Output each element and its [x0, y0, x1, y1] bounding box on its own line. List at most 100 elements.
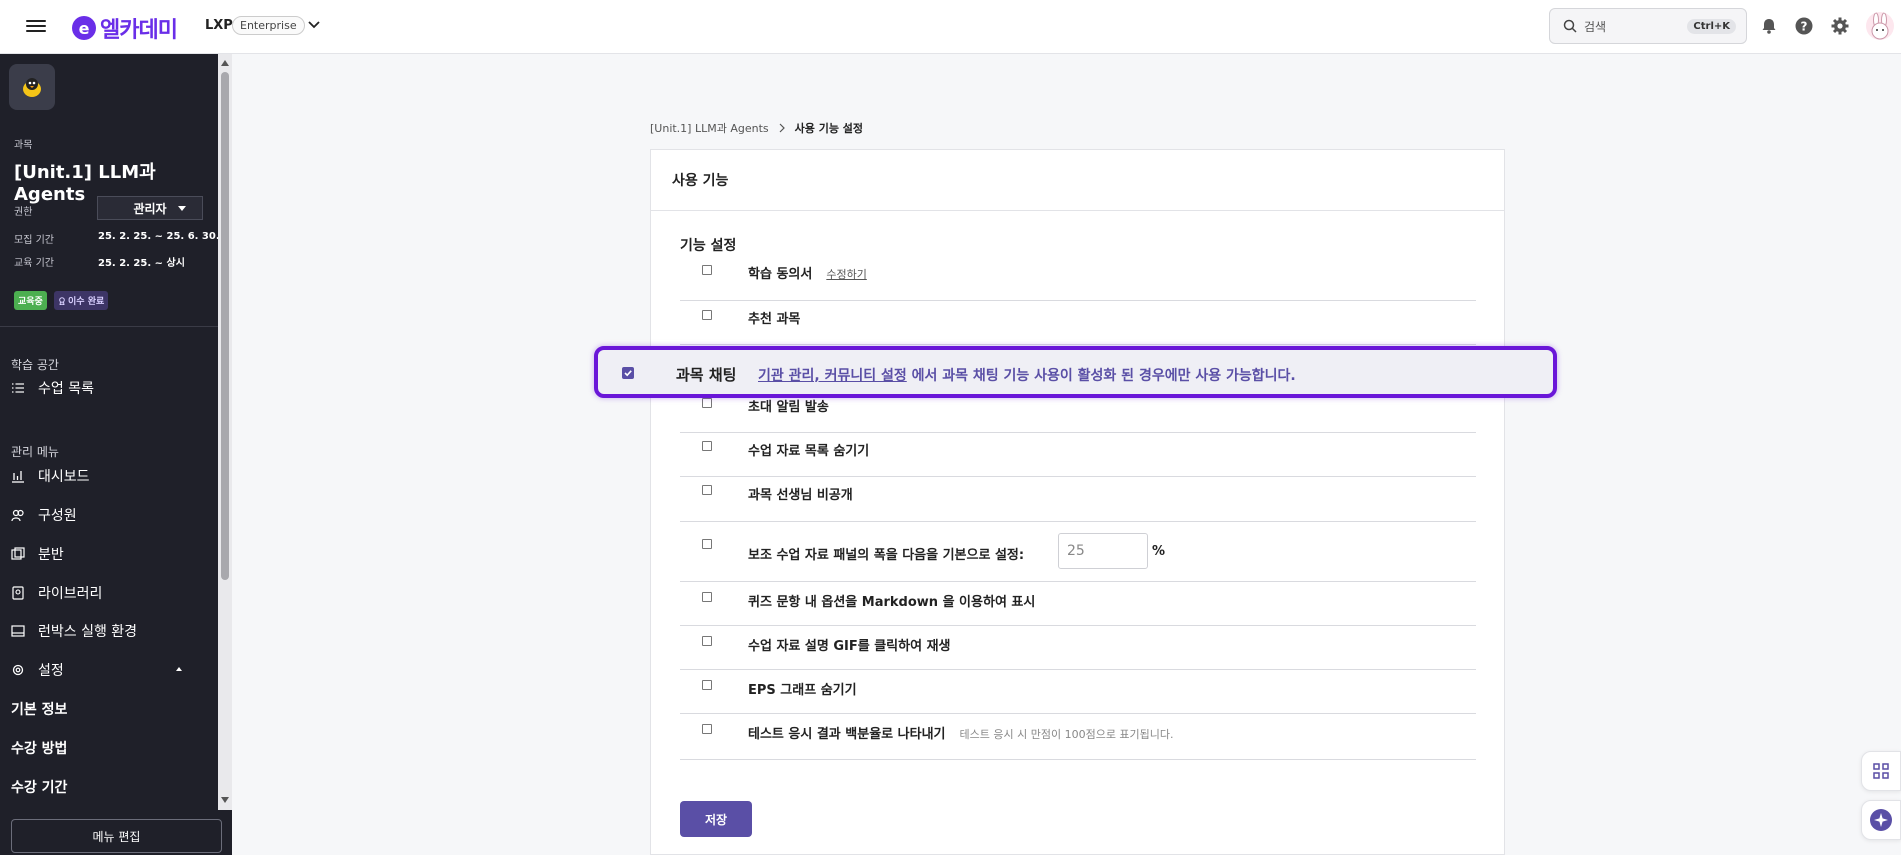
recruit-period: 25. 2. 25. ~ 25. 6. 30.	[98, 231, 220, 242]
eps-checkbox[interactable]	[702, 680, 712, 690]
sidebar-item-runbox[interactable]: 런박스 실행 환경	[11, 617, 206, 645]
feature-row-recommended: 추천 과목	[680, 301, 1476, 345]
feature-label: 수업 자료 설명 GIF를 클릭하여 재생	[748, 639, 951, 654]
search-shortcut: Ctrl+K	[1687, 18, 1736, 34]
role-label: 권한	[14, 207, 33, 218]
logo-mark: e	[72, 16, 96, 40]
feature-row-test-percent: 테스트 응시 결과 백분율로 나타내기 테스트 응시 시 만점이 100점으로 표…	[680, 714, 1476, 760]
sidebar-item-label: 수업 목록	[38, 381, 94, 397]
card-title: 사용 기능	[651, 150, 1504, 211]
feature-row-gif: 수업 자료 설명 GIF를 클릭하여 재생	[680, 626, 1476, 670]
bird-icon	[23, 78, 41, 97]
feature-row-eps: EPS 그래프 숨기기	[680, 670, 1476, 714]
sidebar-item-label: 수강 기간	[11, 780, 68, 796]
menu-edit-button[interactable]: 메뉴 편집	[11, 819, 222, 853]
course-chat-checkbox[interactable]	[622, 367, 634, 379]
sidebar-scrollbar[interactable]	[218, 54, 232, 810]
course-avatar	[9, 64, 55, 110]
apps-grid-button[interactable]	[1861, 751, 1901, 791]
top-bar: e 엘카데미 LXP Enterprise 검색 Ctrl+K ?	[0, 0, 1901, 54]
sidebar-item-lessons[interactable]: 수업 목록	[11, 374, 206, 402]
logo-text: 엘카데미	[100, 18, 178, 43]
scroll-thumb[interactable]	[221, 72, 229, 580]
test-percent-hint: 테스트 응시 시 만점이 100점으로 표기됩니다.	[959, 728, 1174, 741]
sidebar-subitem-enroll-method[interactable]: 수강 방법	[11, 734, 206, 762]
grid-icon	[1873, 763, 1889, 779]
breadcrumb-current: 사용 기능 설정	[794, 122, 864, 135]
sidebar-item-label: 런박스 실행 환경	[38, 624, 138, 640]
breadcrumb-parent[interactable]: [Unit.1] LLM과 Agents	[650, 120, 769, 136]
chevron-down-icon[interactable]	[306, 16, 322, 32]
scroll-up-arrow[interactable]	[221, 60, 229, 66]
invite-checkbox[interactable]	[702, 398, 712, 408]
feature-label: 퀴즈 문항 내 옵션을 Markdown 을 이용하여 표시	[748, 595, 1036, 610]
bell-icon[interactable]	[1759, 16, 1779, 36]
sidebar-item-class[interactable]: 분반	[11, 540, 206, 568]
certificate-icon	[59, 296, 65, 305]
consent-checkbox[interactable]	[702, 265, 712, 275]
rabbit-icon	[1871, 12, 1889, 40]
check-icon	[624, 370, 632, 377]
feature-label: 초대 알림 발송	[748, 400, 829, 415]
feature-label: 보조 수업 자료 패널의 폭을 다음을 기본으로 설정:	[748, 548, 1025, 563]
feature-label: 테스트 응시 결과 백분율로 나타내기 테스트 응시 시 만점이 100점으로 표…	[748, 723, 1174, 742]
sidebar: 과목 [Unit.1] LLM과 Agents 권한 관리자 모집 기간 25.…	[0, 54, 232, 855]
community-settings-link[interactable]: 기관 관리, 커뮤니티 설정	[758, 368, 907, 384]
hide-materials-checkbox[interactable]	[702, 441, 712, 451]
sidebar-item-library[interactable]: 라이브러리	[11, 579, 206, 607]
search-input[interactable]: 검색 Ctrl+K	[1549, 8, 1747, 44]
sidebar-item-label: 라이브러리	[38, 586, 103, 602]
feature-settings-card: 사용 기능 기능 설정 학습 동의서 수정하기 추천 과목 초대 알림 발송 수업…	[650, 149, 1505, 855]
feature-row-hide-materials: 수업 자료 목록 숨기기	[680, 433, 1476, 477]
course-chat-notice-text: 에서 과목 채팅 기능 사용이 활성화 된 경우에만 사용 가능합니다.	[906, 368, 1296, 384]
product-name: LXP	[205, 18, 233, 33]
panel-width-checkbox[interactable]	[702, 539, 712, 549]
sidebar-subitem-basic-info[interactable]: 기본 정보	[11, 695, 206, 723]
feature-label: 수업 자료 목록 숨기기	[748, 444, 870, 459]
library-icon	[12, 586, 24, 600]
test-percent-checkbox[interactable]	[702, 724, 712, 734]
recommended-checkbox[interactable]	[702, 310, 712, 320]
sidebar-item-settings[interactable]: 설정	[11, 656, 206, 684]
ai-assistant-button[interactable]	[1861, 800, 1901, 840]
recruit-label: 모집 기간	[14, 235, 54, 246]
help-icon[interactable]: ?	[1794, 16, 1814, 36]
sidebar-item-label: 대시보드	[38, 469, 90, 485]
role-select[interactable]: 관리자	[97, 196, 203, 220]
menu-icon[interactable]	[26, 17, 46, 37]
feature-row-quiz-markdown: 퀴즈 문항 내 옵션을 Markdown 을 이용하여 표시	[680, 582, 1476, 626]
sidebar-item-dashboard[interactable]: 대시보드	[11, 462, 206, 490]
save-button[interactable]: 저장	[680, 801, 752, 837]
scroll-down-arrow[interactable]	[221, 797, 229, 803]
edit-consent-link[interactable]: 수정하기	[826, 268, 866, 281]
gear-icon	[12, 664, 24, 676]
percent-unit: %	[1152, 544, 1166, 559]
user-avatar[interactable]	[1866, 12, 1894, 40]
quiz-markdown-checkbox[interactable]	[702, 592, 712, 602]
hide-teacher-checkbox[interactable]	[702, 485, 712, 495]
edu-label: 교육 기간	[14, 258, 54, 269]
panel-width-input[interactable]: 25	[1058, 533, 1148, 569]
section-title: 기능 설정	[680, 238, 737, 254]
chevron-right-icon	[779, 123, 785, 133]
sidebar-divider	[0, 326, 218, 327]
svg-text:?: ?	[1801, 20, 1808, 34]
gif-checkbox[interactable]	[702, 636, 712, 646]
feature-row-consent: 학습 동의서 수정하기	[680, 257, 1476, 301]
members-icon	[11, 509, 24, 522]
section-learning: 학습 공간	[11, 358, 59, 372]
section-admin: 관리 메뉴	[11, 445, 59, 459]
sparkle-icon	[1870, 809, 1892, 831]
gear-icon[interactable]	[1830, 16, 1850, 36]
class-icon	[11, 547, 25, 560]
list-icon	[12, 383, 24, 393]
sidebar-subitem-enroll-period[interactable]: 수강 기간	[11, 773, 206, 801]
sidebar-item-members[interactable]: 구성원	[11, 501, 206, 529]
search-icon	[1563, 19, 1577, 33]
logo[interactable]: e 엘카데미	[72, 12, 178, 44]
edition-badge: Enterprise	[232, 16, 305, 35]
course-chat-notice: 기관 관리, 커뮤니티 설정 에서 과목 채팅 기능 사용이 활성화 된 경우에…	[758, 365, 1296, 385]
sidebar-item-label: 기본 정보	[11, 702, 68, 718]
sidebar-item-label: 설정	[38, 663, 64, 679]
feature-label-text: 테스트 응시 결과 백분율로 나타내기	[748, 727, 946, 742]
